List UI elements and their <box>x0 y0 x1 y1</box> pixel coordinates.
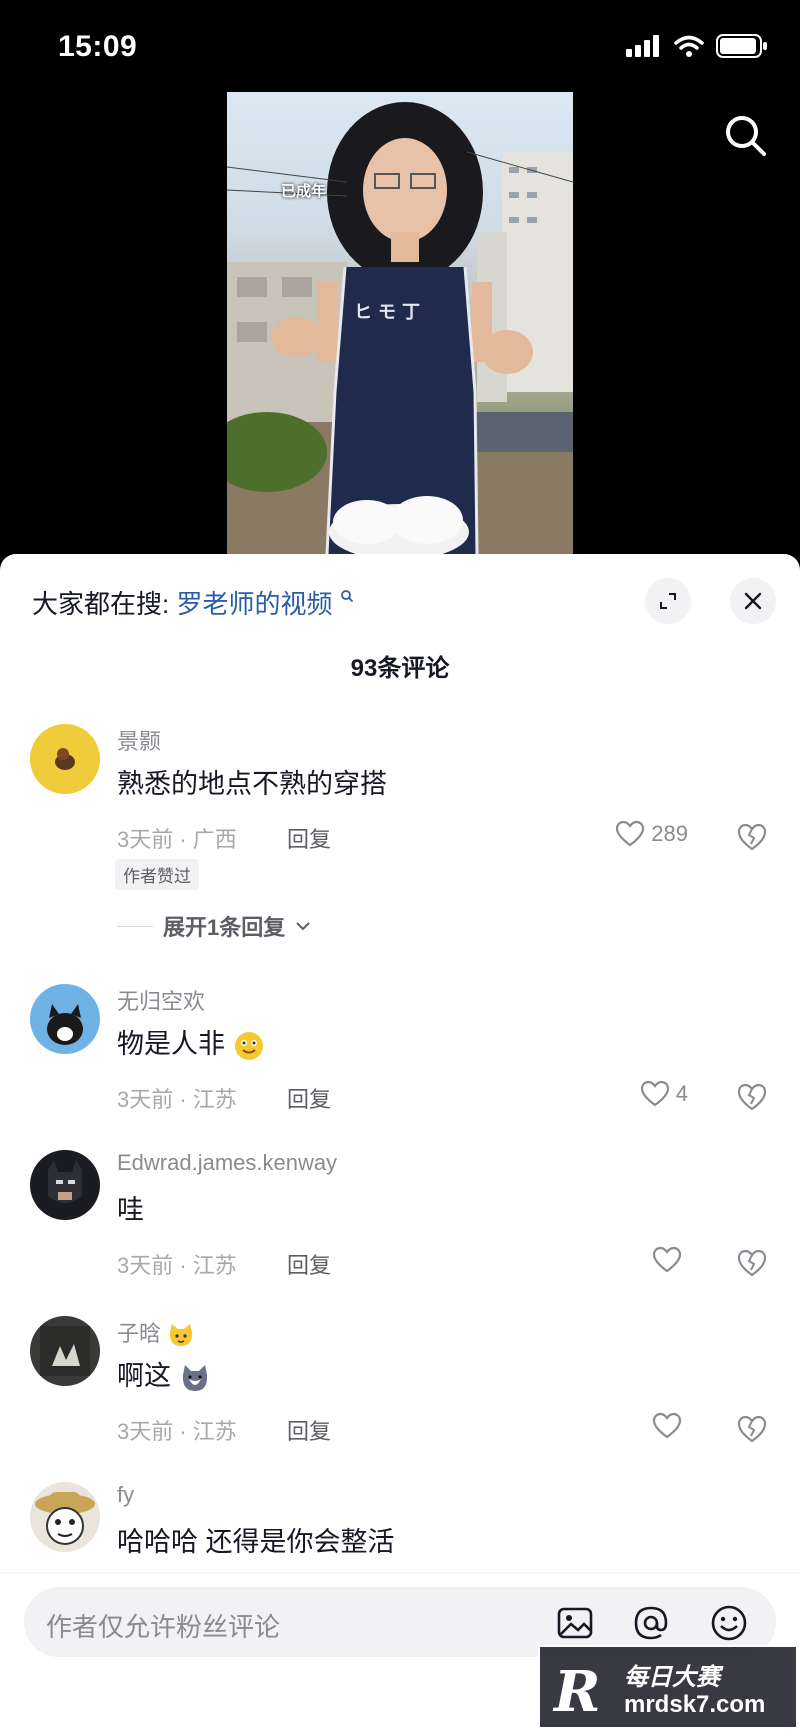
signal-icon <box>626 35 659 57</box>
like-count: 4 <box>675 1081 688 1106</box>
shirt-text: ヒモ丁 <box>354 302 426 322</box>
search-icon <box>726 116 766 156</box>
comment-username-text: 子晗 <box>117 1321 162 1346</box>
comment-username[interactable]: 景颢 <box>117 724 161 756</box>
broken-heart-icon[interactable] <box>736 822 768 852</box>
heart-icon <box>616 820 645 847</box>
comment-meta: 3天前 · 广西 <box>117 827 237 852</box>
cat-emoji-icon <box>170 1324 193 1347</box>
avatar-image <box>40 1326 90 1376</box>
comment-text: 哇 <box>117 1195 144 1225</box>
battery-icon <box>716 34 767 58</box>
reply-button[interactable]: 回复 <box>287 822 331 854</box>
broken-heart-icon[interactable] <box>736 1082 768 1112</box>
expand-icon <box>660 593 676 609</box>
chevron-down-icon <box>296 922 310 931</box>
avatar-image <box>35 1492 95 1545</box>
reply-button[interactable]: 回复 <box>287 1082 331 1114</box>
hot-search[interactable]: 大家都在搜: 罗老师的视频 <box>32 584 354 621</box>
watermark-url-text: mrdsk7.com <box>624 1691 766 1718</box>
hot-search-keyword[interactable]: 罗老师的视频 <box>176 589 332 619</box>
mention-icon[interactable] <box>632 1604 670 1642</box>
wifi-icon <box>674 35 704 57</box>
heart-icon <box>652 1246 682 1273</box>
like-count: 289 <box>651 821 688 846</box>
avatar-image <box>47 1004 83 1045</box>
watermark: R 每日大赛 mrdsk7.com <box>538 1645 798 1729</box>
reply-button[interactable]: 回复 <box>287 1414 331 1446</box>
reply-button[interactable]: 回复 <box>287 1248 331 1280</box>
comment-text: 啊这 <box>117 1354 211 1393</box>
avatar[interactable] <box>30 984 100 1054</box>
close-button[interactable] <box>730 578 776 624</box>
hot-search-label: 大家都在搜: <box>32 589 170 619</box>
close-icon <box>744 592 762 610</box>
emoji-icon[interactable] <box>710 1604 748 1642</box>
comment-meta: 3天前 · 江苏 <box>117 1087 237 1112</box>
avatar[interactable] <box>30 724 100 794</box>
husky-emoji-icon <box>182 1364 207 1391</box>
heart-icon <box>640 1080 669 1107</box>
like-button[interactable] <box>652 1412 688 1440</box>
comment-meta: 3天前 · 江苏 <box>117 1253 237 1278</box>
comments-header: 大家都在搜: 罗老师的视频 93条评论 <box>0 554 800 682</box>
image-icon[interactable] <box>556 1604 594 1642</box>
comment-username[interactable]: 子晗 <box>117 1316 195 1348</box>
status-bar: 15:09 <box>0 0 800 96</box>
comment-username[interactable]: fy <box>117 1482 134 1508</box>
avatar[interactable] <box>30 1482 100 1552</box>
expand-sheet-button[interactable] <box>645 578 691 624</box>
like-button[interactable]: 4 <box>640 1080 688 1108</box>
watermark-logo: R <box>554 1659 601 1725</box>
comments-sheet: 大家都在搜: 罗老师的视频 93条评论 景颢 熟悉的地点不熟的穿搭 3天前 · … <box>0 554 800 1731</box>
like-button[interactable] <box>652 1246 688 1274</box>
comment-text: 物是人非 <box>117 1022 265 1062</box>
comment-meta: 3天前 · 江苏 <box>117 1419 237 1444</box>
expand-replies[interactable]: 展开1条回复 <box>117 910 311 942</box>
heart-icon <box>652 1412 682 1439</box>
video-overlay-text: 已成年 <box>281 183 327 200</box>
smile-emoji-icon <box>234 1031 263 1060</box>
broken-heart-icon[interactable] <box>736 1414 768 1444</box>
avatar[interactable] <box>30 1150 100 1220</box>
status-icons <box>626 34 768 58</box>
avatar-image <box>55 748 75 770</box>
comment-username[interactable]: Edwrad.james.kenway <box>117 1150 337 1176</box>
search-button[interactable] <box>720 110 772 162</box>
comment-count-title: 93条评论 <box>350 655 450 682</box>
status-time: 15:09 <box>58 30 138 63</box>
expand-replies-label: 展开1条回复 <box>163 915 286 940</box>
comment-text: 熟悉的地点不熟的穿搭 <box>117 769 387 799</box>
comment-username[interactable]: 无归空欢 <box>117 984 205 1016</box>
comment-text: 哈哈哈 还得是你会整活 <box>117 1527 395 1557</box>
watermark-cn-text: 每日大赛 <box>624 1664 720 1691</box>
broken-heart-icon[interactable] <box>736 1248 768 1278</box>
avatar-image <box>48 1160 82 1203</box>
comment-text-content: 物是人非 <box>117 1029 225 1059</box>
video-frame[interactable]: 已成年 ヒモ丁 <box>227 92 573 554</box>
comment-text-content: 啊这 <box>117 1361 171 1391</box>
comment-input-placeholder: 作者仅允许粉丝评论 <box>46 1612 281 1642</box>
author-liked-badge: 作者赞过 <box>115 859 199 890</box>
avatar[interactable] <box>30 1316 100 1386</box>
search-small-icon <box>340 590 353 603</box>
like-button[interactable]: 289 <box>615 820 688 848</box>
expand-divider <box>117 925 153 927</box>
